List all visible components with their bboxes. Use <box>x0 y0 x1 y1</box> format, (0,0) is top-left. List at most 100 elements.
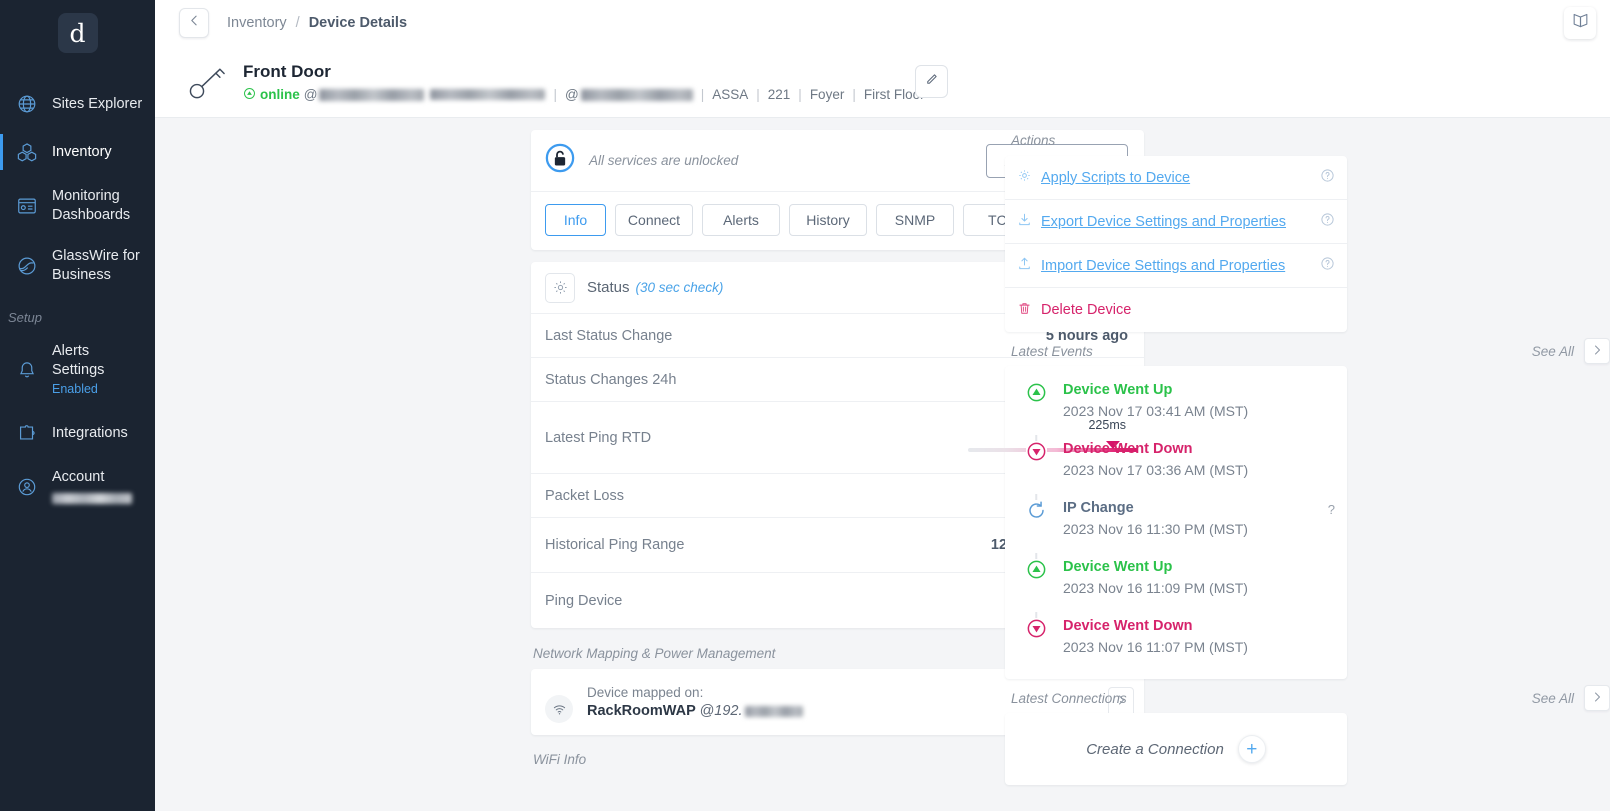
device-area: Foyer <box>809 87 845 102</box>
create-connection-button[interactable]: + <box>1237 735 1266 763</box>
key-icon <box>179 62 235 102</box>
device-down-icon <box>1025 618 1047 671</box>
event-time: 2023 Nov 16 11:09 PM (MST) <box>1063 580 1248 596</box>
mapped-ip-redacted <box>744 705 803 717</box>
sidebar-item-integrations[interactable]: Integrations <box>0 409 155 457</box>
row-label: Last Status Change <box>545 327 673 344</box>
boxes-icon <box>14 139 40 165</box>
device-header-texts: Front Door online @ | @ | ASSA | 221 | F… <box>243 61 925 103</box>
tab-alerts[interactable]: Alerts <box>702 204 780 236</box>
documentation-button[interactable] <box>1564 7 1596 39</box>
sidebar: d Sites Explorer Inventory Monitoring Da… <box>0 0 155 811</box>
sidebar-item-inventory[interactable]: Inventory <box>0 128 155 176</box>
topbar: Inventory / Device Details <box>155 0 1610 46</box>
mapped-device-ip-prefix: @192. <box>699 703 743 719</box>
at-symbol-1: @ <box>303 87 318 102</box>
actions-header: Actions <box>1005 130 1610 156</box>
action-label[interactable]: Import Device Settings and Properties <box>1041 258 1285 274</box>
download-icon <box>1017 212 1032 231</box>
mapped-device-name: RackRoomWAP <box>587 703 696 719</box>
action-label[interactable]: Export Device Settings and Properties <box>1041 214 1286 230</box>
tab-info[interactable]: Info <box>545 204 606 236</box>
latest-connections-see-all[interactable]: See All <box>1532 691 1574 706</box>
sidebar-item-label: GlassWire for Business <box>52 248 140 283</box>
list-item[interactable]: Device Went Up 2023 Nov 17 03:41 AM (MST… <box>1005 376 1347 445</box>
tab-connect[interactable]: Connect <box>615 204 693 236</box>
sidebar-item-label: Alerts Settings <box>52 343 105 378</box>
gear-icon[interactable] <box>545 272 575 303</box>
device-number: 221 <box>767 87 791 102</box>
action-import-settings[interactable]: Import Device Settings and Properties <box>1005 244 1347 288</box>
actions-panel: Apply Scripts to Device Export Device Se… <box>1005 156 1347 332</box>
sidebar-account-text-group: Account <box>52 468 132 505</box>
network-mapping-title: Network Mapping & Power Management <box>533 646 776 661</box>
upload-icon <box>1017 256 1032 275</box>
unlocked-lock-icon <box>545 143 575 178</box>
actions-title: Actions <box>1011 132 1056 148</box>
event-icon-column <box>1017 612 1055 671</box>
list-item[interactable]: Device Went Up 2023 Nov 16 11:09 PM (MST… <box>1005 553 1347 622</box>
event-body: Device Went Down 2023 Nov 16 11:07 PM (M… <box>1055 612 1248 671</box>
action-delete-device[interactable]: Delete Device <box>1005 288 1347 332</box>
sidebar-item-monitoring-dashboards[interactable]: Monitoring Dashboards <box>0 176 155 236</box>
status-label: Status <box>587 279 630 296</box>
event-help-marker[interactable]: ? <box>1328 494 1335 553</box>
sidebar-item-glasswire-for-business[interactable]: GlassWire for Business <box>0 236 155 296</box>
status-check-interval: (30 sec check) <box>635 280 724 295</box>
create-connection-label: Create a Connection <box>1086 740 1224 758</box>
breadcrumb-current: Device Details <box>308 15 408 31</box>
logo-container: d <box>0 0 155 53</box>
device-up-icon <box>1025 559 1047 612</box>
sidebar-item-alerts-settings[interactable]: Alerts Settings Enabled <box>0 331 155 409</box>
action-export-settings[interactable]: Export Device Settings and Properties <box>1005 200 1347 244</box>
list-item[interactable]: Device Went Down 2023 Nov 17 03:36 AM (M… <box>1005 435 1347 504</box>
sidebar-item-sublabel: Enabled <box>52 382 98 396</box>
trash-icon <box>1017 301 1032 320</box>
breadcrumb-parent[interactable]: Inventory <box>227 15 287 31</box>
sidebar-item-sites-explorer[interactable]: Sites Explorer <box>0 80 155 128</box>
latest-events-next-button[interactable] <box>1584 338 1610 364</box>
sidebar-item-label: Account <box>52 469 105 485</box>
event-time: 2023 Nov 17 03:36 AM (MST) <box>1063 462 1249 478</box>
sidebar-item-account[interactable]: Account <box>0 457 155 516</box>
help-icon[interactable] <box>1320 256 1335 275</box>
back-button[interactable] <box>179 8 209 38</box>
device-down-icon <box>1025 441 1047 494</box>
event-title: Device Went Up <box>1063 382 1173 398</box>
sidebar-item-label: Monitoring Dashboards <box>52 188 131 223</box>
left-column: All services are unlocked Access Manager… <box>155 130 1144 811</box>
tab-snmp[interactable]: SNMP <box>876 204 954 236</box>
dashboard-icon <box>14 193 40 219</box>
event-title: Device Went Down <box>1063 441 1193 457</box>
event-icon-column <box>1017 435 1055 504</box>
row-label: Latest Ping RTD <box>545 429 652 446</box>
meta-separator: | <box>700 87 705 102</box>
action-label[interactable]: Delete Device <box>1041 302 1131 318</box>
app-logo[interactable]: d <box>57 13 98 53</box>
list-item[interactable]: IP Change 2023 Nov 16 11:30 PM (MST) ? <box>1005 494 1347 563</box>
event-body: Device Went Up 2023 Nov 16 11:09 PM (MST… <box>1055 553 1248 612</box>
action-label[interactable]: Apply Scripts to Device <box>1041 170 1190 186</box>
action-apply-scripts[interactable]: Apply Scripts to Device <box>1005 156 1347 200</box>
help-icon[interactable] <box>1320 168 1335 187</box>
event-time: 2023 Nov 16 11:07 PM (MST) <box>1063 639 1248 655</box>
latest-events-see-all[interactable]: See All <box>1532 344 1574 359</box>
sidebar-item-label: Inventory <box>52 143 112 160</box>
event-icon-column <box>1017 553 1055 622</box>
breadcrumb-separator: / <box>295 15 300 31</box>
ip-redacted <box>580 88 693 101</box>
status-badge: online <box>243 87 300 103</box>
globe-icon <box>14 91 40 117</box>
chevron-right-icon <box>1591 344 1603 359</box>
latest-connections-next-button[interactable] <box>1584 685 1610 711</box>
event-title: IP Change <box>1063 500 1134 516</box>
help-icon[interactable] <box>1320 212 1335 231</box>
tab-history[interactable]: History <box>789 204 867 236</box>
network-mapping-texts: Device mapped on: RackRoomWAP @192. <box>587 685 803 719</box>
sidebar-nav: Sites Explorer Inventory Monitoring Dash… <box>0 80 155 516</box>
edit-device-button[interactable] <box>915 65 948 98</box>
list-item[interactable]: Device Went Down 2023 Nov 16 11:07 PM (M… <box>1005 612 1347 671</box>
at-symbol-2: @ <box>564 87 579 102</box>
latest-connections-header: Latest Connections See All <box>1005 679 1610 713</box>
latest-events-panel: Device Went Up 2023 Nov 17 03:41 AM (MST… <box>1005 366 1347 679</box>
